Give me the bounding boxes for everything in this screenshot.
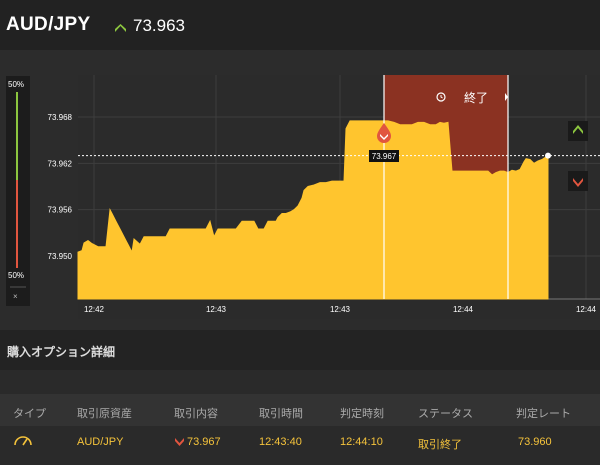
row-trade-time: 12:43:40 <box>259 436 302 448</box>
trading-app: AUD/JPY 73.963 50% 50% × 終了 73.967 73.96… <box>0 0 600 465</box>
column-header-judge-time: 判定時刻 <box>340 408 384 420</box>
column-header-status: ステータス <box>418 408 473 420</box>
column-header-type: タイプ <box>13 408 46 420</box>
x-tick-label: 12:44 <box>576 305 597 314</box>
row-status: 取引終了 <box>418 439 462 451</box>
price-chart: 終了 73.967 73.968 73.962 73.956 73.950 12:42… <box>10 75 600 319</box>
y-axis-labels: 73.968 73.962 73.956 73.950 <box>48 113 73 261</box>
column-header-trade-time: 取引時間 <box>259 408 303 420</box>
gauge-icon <box>14 436 32 446</box>
low-probability-bar <box>16 180 18 268</box>
down-chevron-icon <box>175 438 184 446</box>
current-rate-dot <box>545 152 551 159</box>
end-label: 終了 <box>464 90 488 105</box>
column-header-asset: 取引原資産 <box>77 408 132 420</box>
column-header-judge-rate: 判定レート <box>516 408 571 420</box>
y-tick-label: 73.956 <box>48 206 73 215</box>
x-tick-label: 12:43 <box>330 305 351 314</box>
x-tick-label: 12:44 <box>453 305 474 314</box>
row-judge-time: 12:44:10 <box>340 436 383 448</box>
purchase-details-title: 購入オプション詳細 <box>7 345 116 359</box>
column-header-trade: 取引内容 <box>174 408 218 420</box>
row-judge-rate: 73.960 <box>518 436 552 448</box>
x-tick-label: 12:43 <box>206 305 227 314</box>
y-tick-label: 73.950 <box>48 252 73 261</box>
row-asset: AUD/JPY <box>77 436 124 448</box>
x-tick-label: 12:42 <box>84 305 105 314</box>
row-trade-rate: 73.967 <box>187 436 221 448</box>
high-probability-bar <box>16 92 18 180</box>
high-button[interactable] <box>568 121 588 141</box>
entry-rate-tooltip: 73.967 <box>372 152 397 161</box>
y-tick-label: 73.968 <box>48 113 73 122</box>
y-tick-label: 73.962 <box>48 159 73 168</box>
low-button[interactable] <box>568 171 588 191</box>
